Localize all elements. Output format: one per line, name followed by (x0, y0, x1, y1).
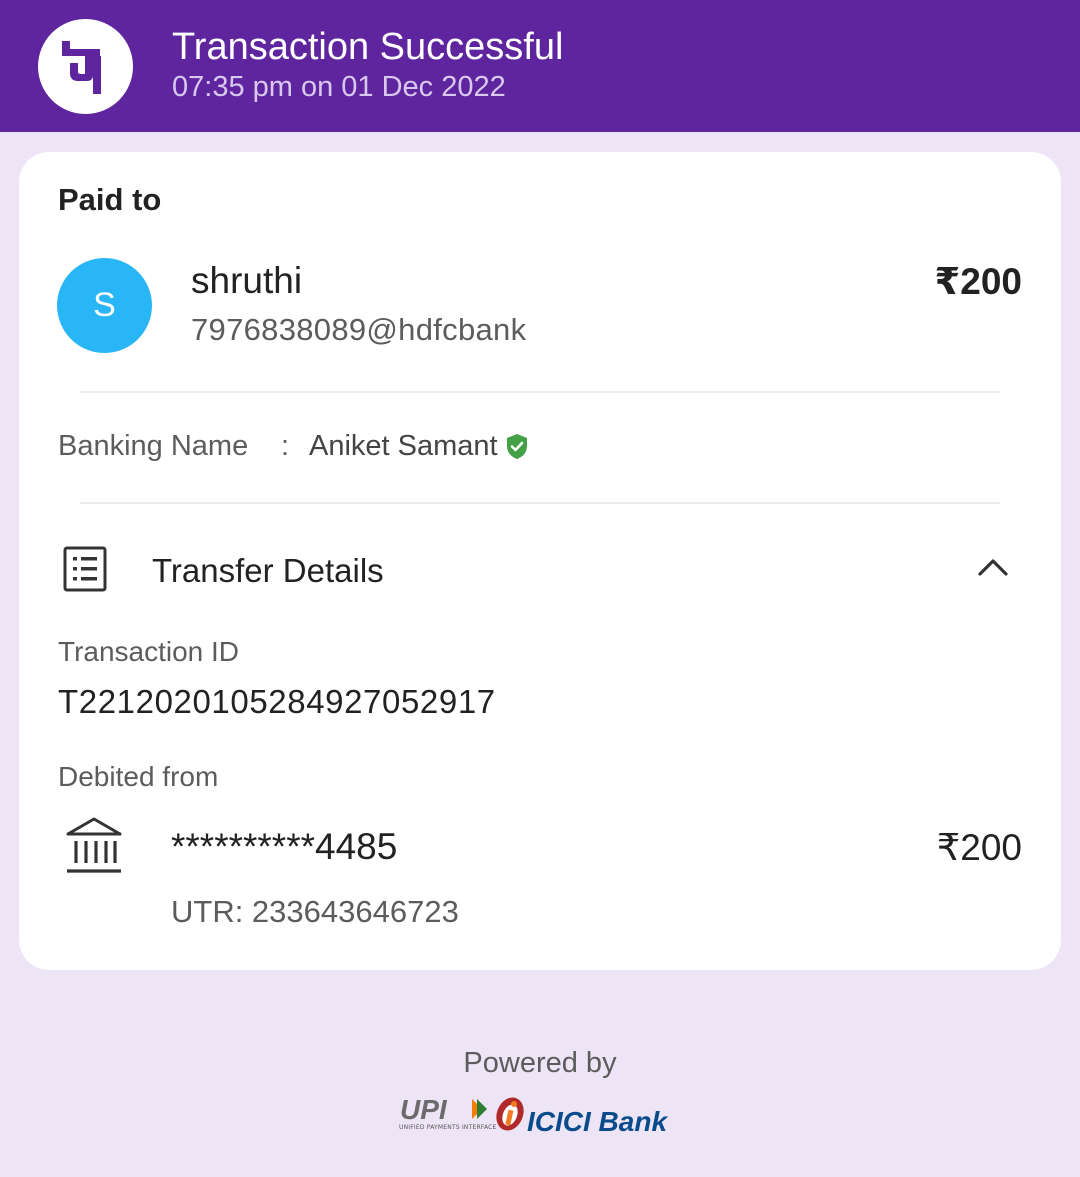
receipt-list-icon (63, 546, 107, 597)
transfer-details-title[interactable]: Transfer Details (152, 552, 384, 590)
chevron-up-icon[interactable] (976, 556, 1010, 583)
divider (80, 502, 1000, 504)
upi-logo-text: UPI (400, 1094, 448, 1124)
bank-building-icon (64, 814, 124, 879)
transaction-id-label: Transaction ID (58, 636, 240, 667)
debited-amount: ₹200 (936, 827, 1022, 868)
phonepe-logo-icon (38, 19, 133, 114)
transaction-details-card: Paid to S shruthi 7976838089@hdfcbank ₹2… (19, 152, 1061, 970)
banking-name-separator: : (281, 430, 290, 462)
paid-to-label: Paid to (58, 182, 162, 217)
debited-from-label: Debited from (58, 761, 219, 792)
status-title: Transaction Successful (172, 26, 564, 68)
transaction-id-value[interactable]: T2212020105284927052917 (58, 683, 496, 721)
paid-amount: ₹200 (934, 261, 1022, 302)
payee-upi-id: 7976838089@hdfcbank (191, 312, 527, 347)
divider (80, 391, 1000, 393)
banking-name-value: Aniket Samant (309, 430, 498, 462)
verified-shield-icon (505, 433, 529, 465)
icici-bank-name: ICICI Bank (527, 1106, 668, 1137)
powered-by-label: Powered by (463, 1047, 617, 1079)
icici-logo-icon (493, 1094, 527, 1139)
banking-name-label: Banking Name (58, 430, 249, 462)
debited-account-number: **********4485 (171, 826, 398, 867)
avatar[interactable]: S (57, 258, 152, 353)
payee-name: shruthi (191, 260, 303, 301)
transaction-timestamp: 07:35 pm on 01 Dec 2022 (172, 71, 506, 103)
transaction-status-header: Transaction Successful 07:35 pm on 01 De… (0, 0, 1080, 132)
upi-logo-subtext: UNIFIED PAYMENTS INTERFACE (399, 1124, 497, 1131)
utr-number[interactable]: UTR: 233643646723 (171, 894, 459, 930)
